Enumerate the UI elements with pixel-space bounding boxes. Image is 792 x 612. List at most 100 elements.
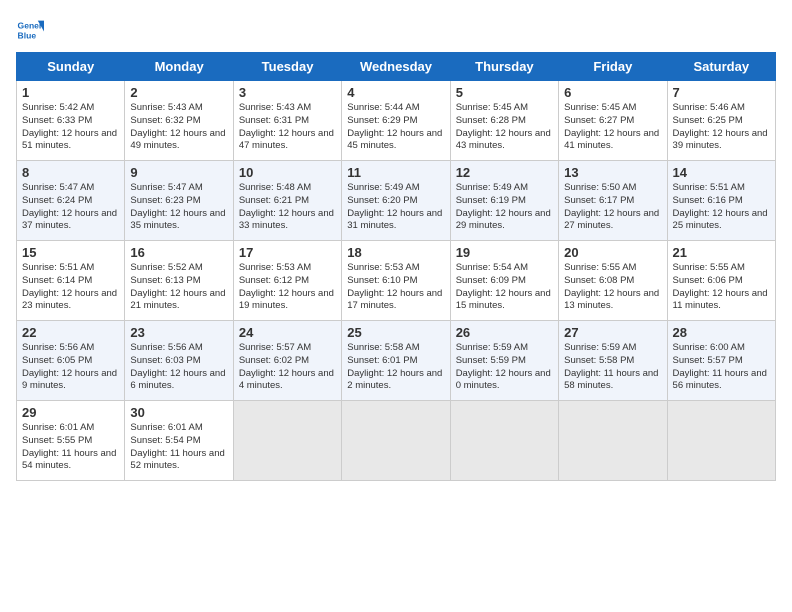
- calendar-cell: [342, 401, 450, 481]
- day-info: Sunrise: 6:00 AMSunset: 5:57 PMDaylight:…: [673, 342, 770, 393]
- calendar-cell: 25 Sunrise: 5:58 AMSunset: 6:01 PMDayligh…: [342, 321, 450, 401]
- day-header-sunday: Sunday: [17, 53, 125, 81]
- calendar-cell: 22Sunrise: 5:56 AMSunset: 6:05 PMDayligh…: [17, 321, 125, 401]
- day-info: Sunrise: 5:51 AMSunset: 6:16 PMDaylight:…: [673, 182, 770, 233]
- day-number: 6: [564, 85, 661, 100]
- day-info: Sunrise: 6:01 AMSunset: 5:55 PMDaylight:…: [22, 422, 119, 473]
- day-number: 9: [130, 165, 227, 180]
- day-number: 12: [456, 165, 553, 180]
- day-number: 24: [239, 325, 336, 340]
- calendar-week-2: 8 Sunrise: 5:47 AMSunset: 6:24 PMDaylight…: [17, 161, 776, 241]
- day-info: Sunrise: 5:43 AMSunset: 6:32 PMDaylight:…: [130, 102, 227, 153]
- day-header-tuesday: Tuesday: [233, 53, 341, 81]
- calendar-cell: 8 Sunrise: 5:47 AMSunset: 6:24 PMDaylight…: [17, 161, 125, 241]
- calendar-cell: 11 Sunrise: 5:49 AMSunset: 6:20 PMDayligh…: [342, 161, 450, 241]
- day-number: 13: [564, 165, 661, 180]
- calendar-cell: 20 Sunrise: 5:55 AMSunset: 6:08 PMDayligh…: [559, 241, 667, 321]
- calendar-week-1: 1 Sunrise: 5:42 AMSunset: 6:33 PMDaylight…: [17, 81, 776, 161]
- day-number: 21: [673, 245, 770, 260]
- day-number: 10: [239, 165, 336, 180]
- day-number: 27: [564, 325, 661, 340]
- calendar-cell: 6 Sunrise: 5:45 AMSunset: 6:27 PMDaylight…: [559, 81, 667, 161]
- day-number: 22: [22, 325, 119, 340]
- day-info: Sunrise: 5:44 AMSunset: 6:29 PMDaylight:…: [347, 102, 444, 153]
- day-number: 11: [347, 165, 444, 180]
- calendar-cell: [233, 401, 341, 481]
- day-info: Sunrise: 5:56 AMSunset: 6:03 PMDaylight:…: [130, 342, 227, 393]
- day-info: Sunrise: 5:58 AMSunset: 6:01 PMDaylight:…: [347, 342, 444, 393]
- calendar-cell: [450, 401, 558, 481]
- calendar-cell: 19 Sunrise: 5:54 AMSunset: 6:09 PMDayligh…: [450, 241, 558, 321]
- calendar-cell: 15 Sunrise: 5:51 AMSunset: 6:14 PMDayligh…: [17, 241, 125, 321]
- day-number: 20: [564, 245, 661, 260]
- day-number: 4: [347, 85, 444, 100]
- day-number: 23: [130, 325, 227, 340]
- day-number: 29: [22, 405, 119, 420]
- day-info: Sunrise: 5:51 AMSunset: 6:14 PMDaylight:…: [22, 262, 119, 313]
- calendar-cell: 3 Sunrise: 5:43 AMSunset: 6:31 PMDaylight…: [233, 81, 341, 161]
- calendar-cell: 27 Sunrise: 5:59 AMSunset: 5:58 PMDayligh…: [559, 321, 667, 401]
- day-number: 25: [347, 325, 444, 340]
- day-info: Sunrise: 5:46 AMSunset: 6:25 PMDaylight:…: [673, 102, 770, 153]
- day-number: 26: [456, 325, 553, 340]
- calendar-cell: 10 Sunrise: 5:48 AMSunset: 6:21 PMDayligh…: [233, 161, 341, 241]
- day-number: 5: [456, 85, 553, 100]
- day-info: Sunrise: 5:47 AMSunset: 6:23 PMDaylight:…: [130, 182, 227, 233]
- day-number: 15: [22, 245, 119, 260]
- calendar-cell: 12Sunrise: 5:49 AMSunset: 6:19 PMDayligh…: [450, 161, 558, 241]
- calendar-week-3: 15 Sunrise: 5:51 AMSunset: 6:14 PMDayligh…: [17, 241, 776, 321]
- calendar-cell: 9 Sunrise: 5:47 AMSunset: 6:23 PMDaylight…: [125, 161, 233, 241]
- calendar-cell: 2 Sunrise: 5:43 AMSunset: 6:32 PMDaylight…: [125, 81, 233, 161]
- day-info: Sunrise: 5:42 AMSunset: 6:33 PMDaylight:…: [22, 102, 119, 153]
- day-number: 18: [347, 245, 444, 260]
- day-info: Sunrise: 5:59 AMSunset: 5:58 PMDaylight:…: [564, 342, 661, 393]
- day-info: Sunrise: 5:50 AMSunset: 6:17 PMDaylight:…: [564, 182, 661, 233]
- logo-icon: General Blue: [16, 16, 44, 44]
- day-number: 14: [673, 165, 770, 180]
- calendar-cell: 4 Sunrise: 5:44 AMSunset: 6:29 PMDaylight…: [342, 81, 450, 161]
- day-info: Sunrise: 5:52 AMSunset: 6:13 PMDaylight:…: [130, 262, 227, 313]
- day-info: Sunrise: 5:49 AMSunset: 6:20 PMDaylight:…: [347, 182, 444, 233]
- calendar-cell: 26 Sunrise: 5:59 AMSunset: 5:59 PMDayligh…: [450, 321, 558, 401]
- day-number: 16: [130, 245, 227, 260]
- day-info: Sunrise: 5:55 AMSunset: 6:06 PMDaylight:…: [673, 262, 770, 313]
- day-info: Sunrise: 5:59 AMSunset: 5:59 PMDaylight:…: [456, 342, 553, 393]
- day-number: 8: [22, 165, 119, 180]
- calendar-cell: 30 Sunrise: 6:01 AMSunset: 5:54 PMDayligh…: [125, 401, 233, 481]
- calendar-cell: [559, 401, 667, 481]
- calendar-cell: 21 Sunrise: 5:55 AMSunset: 6:06 PMDayligh…: [667, 241, 775, 321]
- day-number: 17: [239, 245, 336, 260]
- day-info: Sunrise: 5:47 AMSunset: 6:24 PMDaylight:…: [22, 182, 119, 233]
- day-header-saturday: Saturday: [667, 53, 775, 81]
- calendar-cell: 24Sunrise: 5:57 AMSunset: 6:02 PMDayligh…: [233, 321, 341, 401]
- day-header-friday: Friday: [559, 53, 667, 81]
- day-number: 7: [673, 85, 770, 100]
- day-number: 3: [239, 85, 336, 100]
- day-number: 2: [130, 85, 227, 100]
- day-info: Sunrise: 5:48 AMSunset: 6:21 PMDaylight:…: [239, 182, 336, 233]
- calendar-cell: 13 Sunrise: 5:50 AMSunset: 6:17 PMDayligh…: [559, 161, 667, 241]
- day-number: 30: [130, 405, 227, 420]
- calendar-table: SundayMondayTuesdayWednesdayThursdayFrid…: [16, 52, 776, 481]
- day-info: Sunrise: 5:53 AMSunset: 6:10 PMDaylight:…: [347, 262, 444, 313]
- calendar-cell: 29 Sunrise: 6:01 AMSunset: 5:55 PMDayligh…: [17, 401, 125, 481]
- day-info: Sunrise: 6:01 AMSunset: 5:54 PMDaylight:…: [130, 422, 227, 473]
- calendar-week-5: 29 Sunrise: 6:01 AMSunset: 5:55 PMDayligh…: [17, 401, 776, 481]
- calendar-cell: 7 Sunrise: 5:46 AMSunset: 6:25 PMDaylight…: [667, 81, 775, 161]
- day-info: Sunrise: 5:45 AMSunset: 6:28 PMDaylight:…: [456, 102, 553, 153]
- day-info: Sunrise: 5:45 AMSunset: 6:27 PMDaylight:…: [564, 102, 661, 153]
- calendar-week-4: 22Sunrise: 5:56 AMSunset: 6:05 PMDayligh…: [17, 321, 776, 401]
- calendar-cell: 28 Sunrise: 6:00 AMSunset: 5:57 PMDayligh…: [667, 321, 775, 401]
- svg-text:Blue: Blue: [18, 31, 37, 41]
- day-number: 28: [673, 325, 770, 340]
- day-header-monday: Monday: [125, 53, 233, 81]
- logo: General Blue: [16, 16, 48, 44]
- calendar-cell: [667, 401, 775, 481]
- day-info: Sunrise: 5:55 AMSunset: 6:08 PMDaylight:…: [564, 262, 661, 313]
- day-info: Sunrise: 5:54 AMSunset: 6:09 PMDaylight:…: [456, 262, 553, 313]
- day-number: 19: [456, 245, 553, 260]
- day-info: Sunrise: 5:43 AMSunset: 6:31 PMDaylight:…: [239, 102, 336, 153]
- header-row: SundayMondayTuesdayWednesdayThursdayFrid…: [17, 53, 776, 81]
- day-number: 1: [22, 85, 119, 100]
- day-info: Sunrise: 5:53 AMSunset: 6:12 PMDaylight:…: [239, 262, 336, 313]
